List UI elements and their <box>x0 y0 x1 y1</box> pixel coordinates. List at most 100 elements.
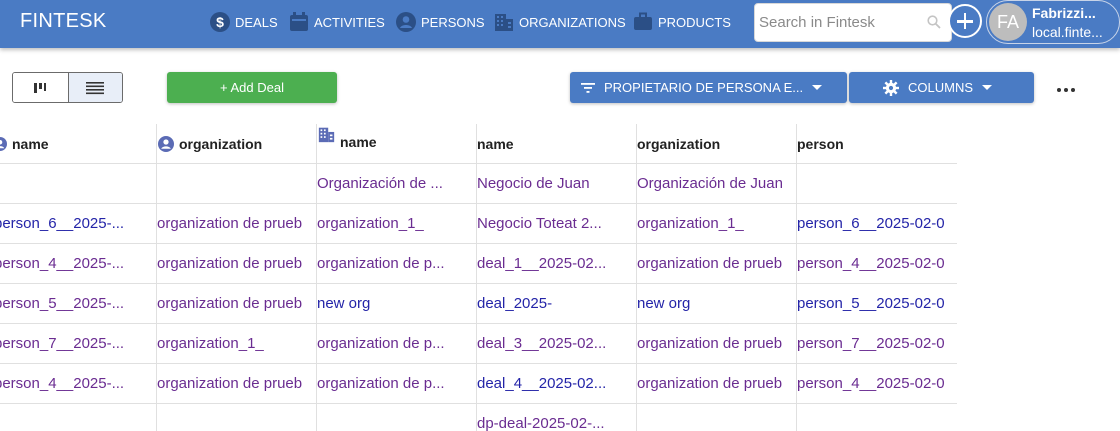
cell-deal-name[interactable]: deal_2025- <box>477 284 635 324</box>
nav-products[interactable]: PRODUCTS <box>633 0 731 44</box>
column-header-label: name <box>12 136 49 152</box>
cell-person-organization[interactable] <box>157 404 315 431</box>
cell-person-organization[interactable]: organization de prueb <box>157 284 315 324</box>
column-header-label: person <box>797 136 844 152</box>
cell-organization-name[interactable]: organization_1_ <box>317 204 475 244</box>
pipeline-view-icon <box>34 82 47 93</box>
avatar: FA <box>989 3 1027 41</box>
quick-add-button[interactable] <box>948 4 982 38</box>
column-header[interactable]: name <box>477 124 633 164</box>
dollar-icon: $ <box>210 12 230 32</box>
cell-deal-organization[interactable]: organization de prueb <box>637 364 795 404</box>
cell-deal-person[interactable] <box>797 164 957 204</box>
table-row[interactable]: person_6__2025-... organization de prueb… <box>0 204 957 244</box>
cell-person-organization[interactable]: organization_1_ <box>157 324 315 364</box>
cell-deal-name[interactable]: deal_3__2025-02... <box>477 324 635 364</box>
column-header-label: name <box>340 134 377 150</box>
nav-deals-label: DEALS <box>235 14 278 30</box>
search-icon[interactable] <box>927 15 941 29</box>
filter-button[interactable]: PROPIETARIO DE PERSONA E... <box>570 72 847 103</box>
table-header: name organization name name organization… <box>0 124 957 164</box>
cell-organization-name[interactable]: Organización de ... <box>317 164 475 204</box>
top-navigation-bar: FINTESK $ DEALS ACTIVITIES PERSONS ORGAN… <box>0 0 1120 48</box>
cell-person-name[interactable]: person_5__2025-... <box>0 284 154 324</box>
briefcase-icon <box>634 12 652 30</box>
filter-label: PROPIETARIO DE PERSONA E... <box>604 80 804 95</box>
user-name: Fabrizzi... <box>1032 5 1096 21</box>
nav-activities[interactable]: ACTIVITIES <box>289 0 385 44</box>
column-header[interactable]: name <box>318 124 474 164</box>
cell-deal-person[interactable]: person_7__2025-02-0 <box>797 324 957 364</box>
cell-person-organization[interactable]: organization de prueb <box>157 364 315 404</box>
nav-persons-label: PERSONS <box>421 14 485 30</box>
nav-deals[interactable]: $ DEALS <box>210 0 278 44</box>
building-icon <box>495 14 513 31</box>
cell-person-name[interactable] <box>0 404 154 431</box>
person-icon <box>158 136 174 152</box>
nav-organizations[interactable]: ORGANIZATIONS <box>494 0 626 44</box>
cell-deal-name[interactable]: deal_4__2025-02... <box>477 364 635 404</box>
user-menu[interactable]: FA Fabrizzi... local.finte... <box>986 0 1120 44</box>
more-options-icon[interactable] <box>1052 80 1080 100</box>
cell-person-organization[interactable] <box>157 164 315 204</box>
app-logo[interactable]: FINTESK <box>20 10 107 33</box>
nav-activities-label: ACTIVITIES <box>314 14 385 30</box>
list-view-icon <box>86 81 105 94</box>
cell-deal-person[interactable]: person_4__2025-02-0 <box>797 364 957 404</box>
columns-label: COLUMNS <box>908 80 974 95</box>
list-view-button[interactable] <box>67 73 122 102</box>
nav-organizations-label: ORGANIZATIONS <box>519 14 626 30</box>
nav-products-label: PRODUCTS <box>658 14 731 30</box>
nav-persons[interactable]: PERSONS <box>396 0 485 44</box>
columns-button[interactable]: COLUMNS <box>849 72 1034 103</box>
cell-person-name[interactable]: person_4__2025-... <box>0 244 154 284</box>
cell-deal-person[interactable]: person_6__2025-02-0 <box>797 204 957 244</box>
svg-text:$: $ <box>216 14 224 30</box>
pipeline-view-button[interactable] <box>13 73 68 102</box>
cell-person-name[interactable]: person_4__2025-... <box>0 364 154 404</box>
column-header[interactable]: person <box>797 124 953 164</box>
search-box <box>754 3 952 42</box>
cell-organization-name[interactable] <box>317 404 475 431</box>
cell-deal-name[interactable]: Negocio Toteat 2... <box>477 204 635 244</box>
cell-person-name[interactable]: person_7__2025-... <box>0 324 154 364</box>
cell-deal-name[interactable]: deal_1__2025-02... <box>477 244 635 284</box>
column-header[interactable]: name <box>0 124 155 164</box>
cell-organization-name[interactable]: organization de p... <box>317 324 475 364</box>
cell-deal-person[interactable]: person_4__2025-02-0 <box>797 244 957 284</box>
cell-deal-organization[interactable]: organization_1_ <box>637 204 795 244</box>
gear-icon <box>883 79 899 96</box>
person-icon <box>396 12 416 32</box>
table-row[interactable]: person_4__2025-... organization de prueb… <box>0 244 957 284</box>
cell-person-organization[interactable]: organization de prueb <box>157 244 315 284</box>
table-row[interactable]: person_7__2025-... organization_1_ organ… <box>0 324 957 364</box>
filter-icon <box>581 82 595 93</box>
cell-deal-person[interactable] <box>797 404 957 431</box>
cell-deal-organization[interactable]: new org <box>637 284 795 324</box>
table-row[interactable]: person_5__2025-... organization de prueb… <box>0 284 957 324</box>
cell-deal-organization[interactable]: organization de prueb <box>637 244 795 284</box>
cell-deal-organization[interactable]: organization de prueb <box>637 324 795 364</box>
calendar-icon <box>290 12 308 31</box>
cell-deal-person[interactable]: person_5__2025-02-0 <box>797 284 957 324</box>
cell-person-organization[interactable]: organization de prueb <box>157 204 315 244</box>
cell-person-name[interactable] <box>0 164 154 204</box>
search-input[interactable] <box>755 4 925 41</box>
table-row[interactable]: person_4__2025-... organization de prueb… <box>0 364 957 404</box>
table-row[interactable]: dp-deal-2025-02-... <box>0 404 957 431</box>
cell-organization-name[interactable]: new org <box>317 284 475 324</box>
add-deal-button[interactable]: + Add Deal <box>167 72 337 103</box>
column-header[interactable]: organization <box>637 124 793 164</box>
cell-person-name[interactable]: person_6__2025-... <box>0 204 154 244</box>
cell-deal-name[interactable]: dp-deal-2025-02-... <box>477 404 635 431</box>
column-header-label: organization <box>179 136 263 152</box>
person-icon <box>0 137 7 151</box>
cell-organization-name[interactable]: organization de p... <box>317 364 475 404</box>
table-row[interactable]: Organización de ... Negocio de Juan Orga… <box>0 164 957 204</box>
cell-deal-organization[interactable]: Organización de Juan <box>637 164 795 204</box>
cell-deal-name[interactable]: Negocio de Juan <box>477 164 635 204</box>
view-toggle <box>12 72 123 103</box>
cell-deal-organization[interactable] <box>637 404 795 431</box>
cell-organization-name[interactable]: organization de p... <box>317 244 475 284</box>
column-header[interactable]: organization <box>158 124 314 164</box>
